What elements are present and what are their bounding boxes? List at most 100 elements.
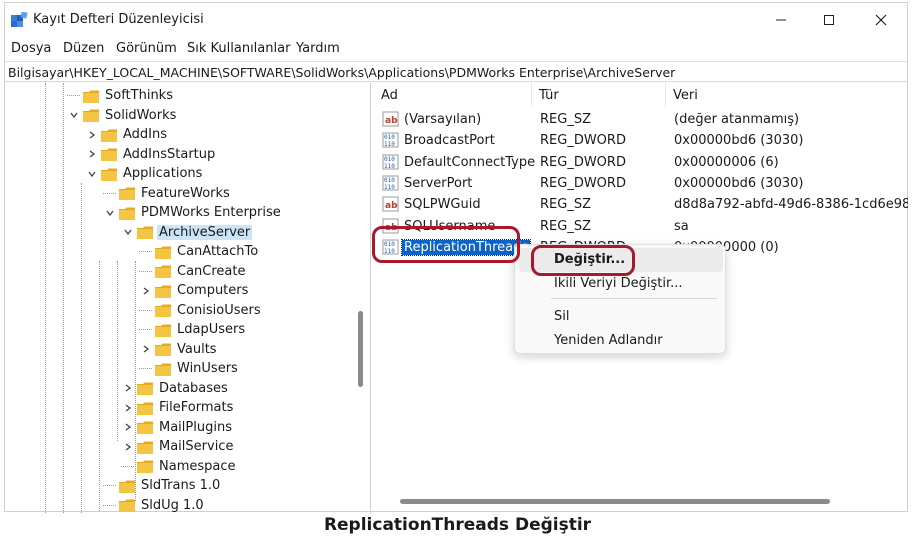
tree-item-label: SoftThinks [105,88,173,103]
column-header-type[interactable]: Tür [532,83,666,107]
tree-item-label: SldTrans 1.0 [141,478,221,493]
folder-icon [137,441,153,454]
folder-icon [83,109,99,122]
tree-item[interactable]: CanCreate [139,262,247,281]
value-type: REG_SZ [540,197,591,213]
chevron-right-icon[interactable] [85,125,99,144]
tree-item[interactable]: SoftThinks [67,86,175,105]
context-rename[interactable]: Yeniden Adlandır [519,329,723,353]
tree-vertical-scrollbar[interactable] [357,83,365,513]
values-horizontal-scrollbar[interactable] [400,499,830,504]
tree-item-label: Computers [177,283,249,298]
menu-help[interactable]: Yardım [296,41,340,56]
tree-item[interactable]: MailService [121,437,235,456]
tree-item[interactable]: Databases [121,379,230,398]
tree-item[interactable]: WinUsers [139,359,240,378]
tree-connector [103,184,117,203]
tree-item[interactable]: ArchiveServer [121,223,253,242]
chevron-down-icon[interactable] [121,223,135,242]
folder-icon [101,148,117,161]
tree-item[interactable]: AddIns [85,125,169,144]
tree-item[interactable]: CanAttachTo [139,242,260,261]
registry-app-icon [11,11,28,29]
folder-icon [119,480,135,493]
tree-item[interactable]: Namespace [121,457,238,476]
tree-item[interactable]: Vaults [139,340,219,359]
maximize-icon [824,15,834,25]
tree-item[interactable]: Computers [139,281,250,300]
folder-icon [155,285,171,298]
tree-item[interactable]: Applications [85,164,204,183]
chevron-right-icon[interactable] [85,145,99,164]
value-data: (değer atanmamış) [674,112,800,127]
value-type: REG_DWORD [540,175,626,191]
chevron-right-icon[interactable] [121,398,135,417]
chevron-right-icon[interactable] [121,418,135,437]
tree-item-label: CanAttachTo [177,244,259,259]
value-row[interactable]: 010 110 DefaultConnectType REG_DWORD 0x00000… [374,152,908,173]
menu-view[interactable]: Görünüm [116,41,177,56]
tree-item[interactable]: AddInsStartup [85,145,217,164]
chevron-right-icon[interactable] [139,281,153,300]
window-title: Kayıt Defteri Düzenleyicisi [33,12,204,27]
tree-item[interactable]: PDMWorks Enterprise [103,203,283,222]
svg-text:010: 010 [384,177,395,184]
chevron-down-icon[interactable] [67,106,81,125]
address-bar[interactable]: Bilgisayar\HKEY_LOCAL_MACHINE\SOFTWARE\S… [5,61,907,82]
tree-item[interactable]: SolidWorks [67,106,178,125]
value-row[interactable]: ab (Varsayılan) REG_SZ (değer atanmamış) [374,109,908,130]
column-header-data[interactable]: Veri [666,83,908,107]
menu-edit[interactable]: Düzen [63,41,104,56]
context-delete[interactable]: Sil [519,305,723,329]
value-row[interactable]: 010 110 ServerPort REG_DWORD 0x00000bd6 (303… [374,173,908,194]
tree-guide-line [99,261,100,511]
chevron-down-icon[interactable] [85,164,99,183]
folder-icon [137,382,153,395]
menu-file[interactable]: Dosya [11,41,51,56]
value-name: DefaultConnectType [404,154,536,170]
tree-scroll-thumb[interactable] [358,311,363,387]
string-value-icon: ab [382,111,400,127]
tree-guide-line [135,261,136,501]
tree-item-label: Applications [123,166,203,181]
chevron-down-icon[interactable] [103,203,117,222]
maximize-button[interactable] [805,3,853,37]
tree-item[interactable]: SldUg 1.0 [103,496,206,514]
value-data: d8d8a792-abfd-49d6-8386-1cd6e9837c [674,197,908,213]
registry-tree[interactable]: SoftThinks SolidWorks AddIns AddInsStartup A… [5,83,371,513]
tree-item[interactable]: FileFormats [121,398,235,417]
tree-item-label: WinUsers [177,361,238,376]
tree-item[interactable]: SldTrans 1.0 [103,476,222,495]
tree-connector [139,301,153,320]
value-data: 0x00000bd6 (3030) [674,133,804,149]
svg-text:010: 010 [384,156,395,163]
svg-text:ab: ab [385,116,398,126]
minimize-button[interactable] [757,3,805,37]
tree-item[interactable]: MailPlugins [121,418,234,437]
column-header-name[interactable]: Ad [374,83,532,107]
value-name: ServerPort [404,175,473,191]
tree-connector [139,320,153,339]
folder-icon [155,363,171,376]
svg-text:110: 110 [384,141,395,148]
minimize-icon [776,19,786,21]
chevron-right-icon[interactable] [121,437,135,456]
tree-connector [103,496,117,514]
chevron-right-icon[interactable] [139,340,153,359]
tree-item-label: AddInsStartup [123,146,216,162]
tree-guide-line [117,261,118,441]
close-button[interactable] [857,3,905,37]
tree-item[interactable]: FeatureWorks [103,184,232,203]
folder-icon [137,460,153,473]
tree-item[interactable]: ConisioUsers [139,301,263,320]
value-name: (Varsayılan) [404,112,482,127]
tree-item-label: PDMWorks Enterprise [141,205,281,220]
folder-icon [155,246,171,259]
value-row[interactable]: 010 110 BroadcastPort REG_DWORD 0x00000bd6 (… [374,130,908,151]
value-name: BroadcastPort [404,133,495,149]
chevron-right-icon[interactable] [121,379,135,398]
menu-favorites[interactable]: Sık Kullanılanlar [187,41,290,56]
tree-item[interactable]: LdapUsers [139,320,247,339]
address-path[interactable]: Bilgisayar\HKEY_LOCAL_MACHINE\SOFTWARE\S… [8,65,675,80]
value-row[interactable]: ab SQLPWGuid REG_SZ d8d8a792-abfd-49d6-8386… [374,194,908,215]
